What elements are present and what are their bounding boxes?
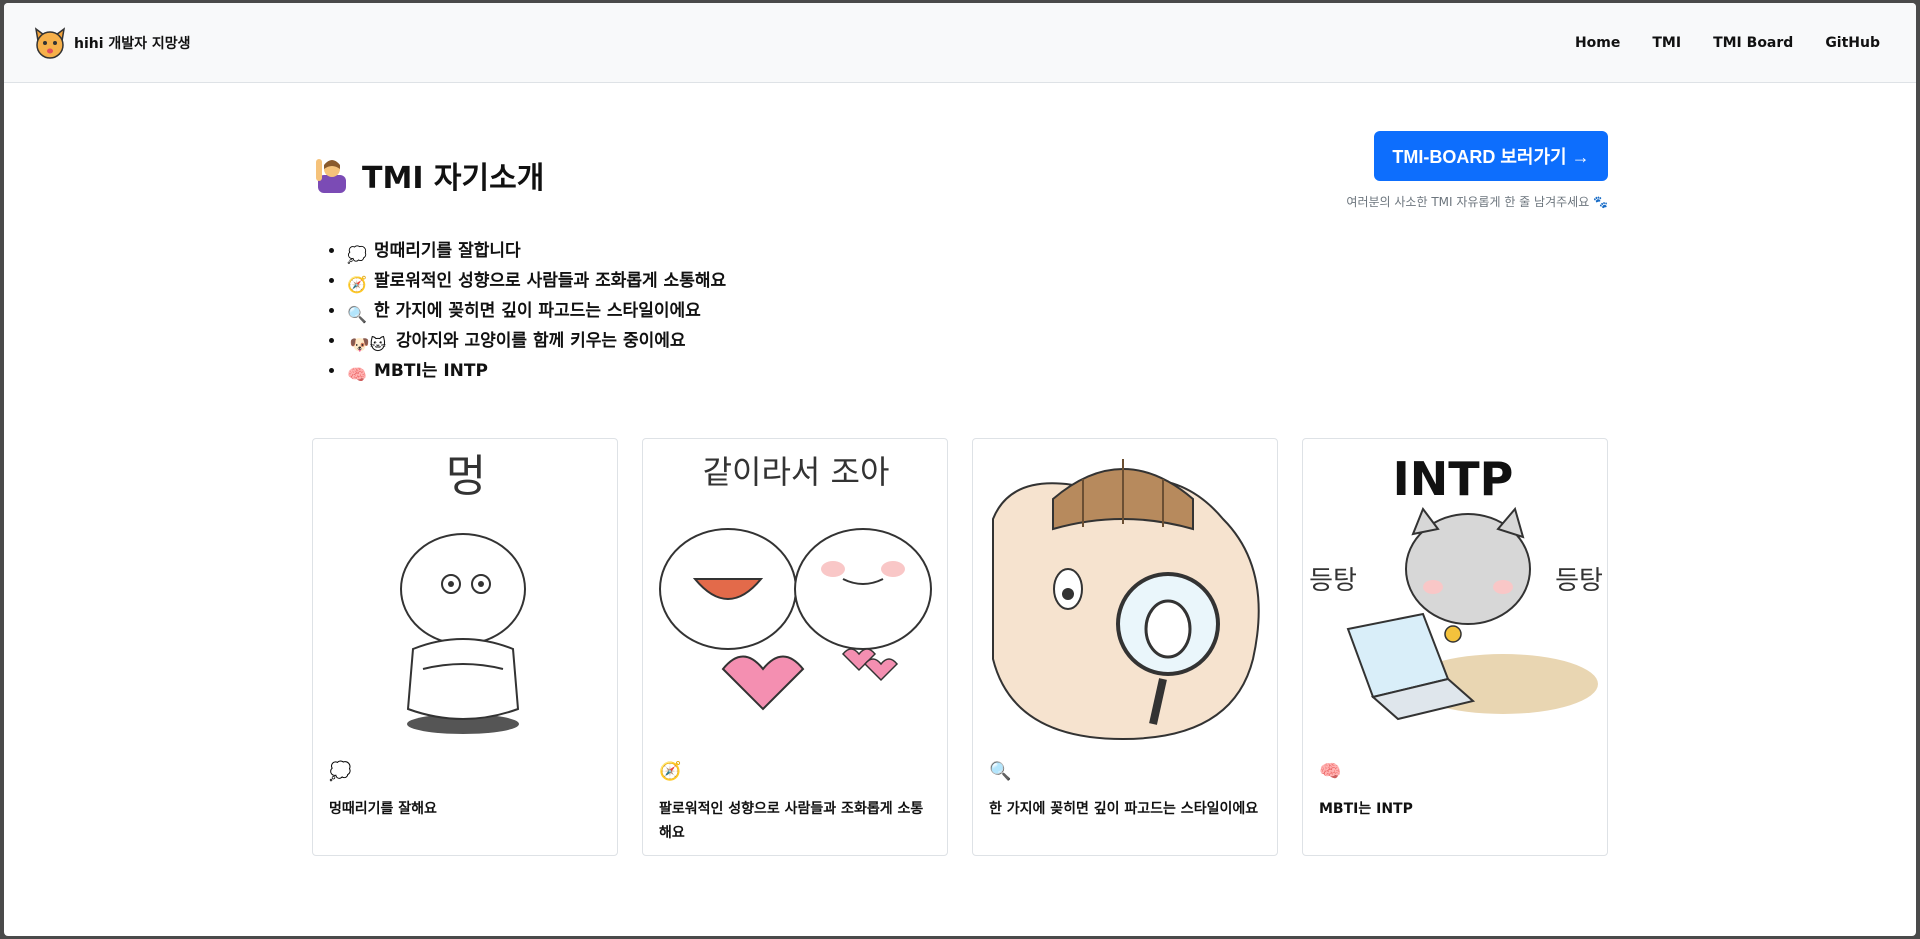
card-image-side-text: 등탕 (1555, 566, 1603, 596)
list-item: 🧭 팔로워적인 성향으로 사람들과 조화롭게 소통해요 (346, 266, 1608, 296)
card-image-text: 같이라서 조아 (703, 453, 890, 491)
dog-cat-icon: 🐶🐱 (349, 335, 387, 354)
card-body: 🧭 팔로워적인 성향으로 사람들과 조화롭게 소통해요 (643, 749, 947, 855)
card-image-harmony: 같이라서 조아 (643, 439, 947, 749)
card-grid: 멍 💭 멍때리기를 잘해요 같이라서 조아 🧭 팔로워적인 성향으로 사람들과 … (312, 438, 1608, 856)
list-item: 🔍 한 가지에 꽂히면 깊이 파고드는 스타일이에요 (346, 296, 1608, 326)
compass-icon: 🧭 (659, 761, 682, 782)
card-intp[interactable]: INTP 등탕 등탕 🧠 MBTI는 INTP (1302, 438, 1608, 856)
brand-label: hihi 개발자 지망생 (74, 35, 191, 52)
tmi-list: 💭 멍때리기를 잘합니다 🧭 팔로워적인 성향으로 사람들과 조화롭게 소통해요 🔍… (346, 236, 1608, 386)
brand[interactable]: hihi 개발자 지망생 (32, 25, 191, 61)
thought-bubble-icon: 💭 (329, 761, 352, 782)
card-image-side-text: 등탕 (1309, 566, 1357, 596)
card-text: 팔로워적인 성향으로 사람들과 조화롭게 소통해요 (659, 801, 924, 841)
cta-column: TMI-BOARD 보러가기 → 여러분의 사소한 TMI 자유롭게 한 줄 남… (1346, 131, 1608, 210)
nav-link-tmi-board[interactable]: TMI Board (1713, 35, 1793, 51)
card-image-text: 멍 (446, 451, 486, 502)
card-body: 🧠 MBTI는 INTP (1303, 749, 1607, 833)
compass-icon: 🧭 (347, 275, 367, 294)
brain-icon: 🧠 (1319, 761, 1342, 782)
list-item-text: 강아지와 고양이를 함께 키우는 중이에요 (396, 331, 686, 351)
list-item-text: 한 가지에 꽂히면 깊이 파고드는 스타일이에요 (374, 301, 701, 321)
header-row: TMI 자기소개 TMI-BOARD 보러가기 → 여러분의 사소한 TMI 자… (312, 131, 1608, 210)
card-text: 한 가지에 꽂히면 깊이 파고드는 스타일이에요 (989, 801, 1259, 817)
card-deep-dive[interactable]: 🔍 한 가지에 꽂히면 깊이 파고드는 스타일이에요 (972, 438, 1278, 856)
page-title-text: TMI 자기소개 (362, 161, 545, 196)
main-content: TMI 자기소개 TMI-BOARD 보러가기 → 여러분의 사소한 TMI 자… (312, 131, 1608, 856)
nav-link-tmi[interactable]: TMI (1652, 35, 1681, 51)
list-item: 🧠 MBTI는 INTP (346, 356, 1608, 386)
card-image-text: INTP (1393, 452, 1514, 506)
thought-bubble-icon: 💭 (347, 245, 367, 264)
magnifier-icon: 🔍 (347, 305, 367, 324)
cta-subtitle: 여러분의 사소한 TMI 자유롭게 한 줄 남겨주세요 🐾 (1346, 195, 1608, 209)
list-item-text: MBTI는 INTP (374, 361, 488, 381)
card-text: 멍때리기를 잘해요 (329, 801, 437, 817)
card-image-intp: INTP 등탕 등탕 (1303, 439, 1607, 749)
browser-viewport: hihi 개발자 지망생 Home TMI TMI Board GitHub T… (4, 3, 1916, 936)
card-image-deep-dive (973, 439, 1277, 749)
brain-icon: 🧠 (347, 365, 367, 384)
card-body: 💭 멍때리기를 잘해요 (313, 749, 617, 833)
list-item: 💭 멍때리기를 잘합니다 (346, 236, 1608, 266)
list-item-text: 멍때리기를 잘합니다 (374, 241, 521, 261)
nav-link-github[interactable]: GitHub (1825, 35, 1880, 51)
list-item: 🐶🐱 강아지와 고양이를 함께 키우는 중이에요 (346, 326, 1608, 356)
card-body: 🔍 한 가지에 꽂히면 깊이 파고드는 스타일이에요 (973, 749, 1277, 833)
card-spacing-out[interactable]: 멍 💭 멍때리기를 잘해요 (312, 438, 618, 856)
card-text: MBTI는 INTP (1319, 801, 1413, 817)
nav-link-home[interactable]: Home (1575, 35, 1620, 51)
magnifier-icon: 🔍 (989, 761, 1012, 782)
card-harmony[interactable]: 같이라서 조아 🧭 팔로워적인 성향으로 사람들과 조화롭게 소통해요 (642, 438, 948, 856)
person-raising-hand-icon (312, 155, 352, 195)
cat-logo-icon (32, 25, 68, 61)
tmi-board-button[interactable]: TMI-BOARD 보러가기 → (1374, 131, 1608, 181)
card-image-spacing-out: 멍 (313, 439, 617, 749)
list-item-text: 팔로워적인 성향으로 사람들과 조화롭게 소통해요 (374, 271, 727, 291)
nav-links: Home TMI TMI Board GitHub (1575, 35, 1880, 51)
navbar: hihi 개발자 지망생 Home TMI TMI Board GitHub (4, 3, 1916, 83)
page-title: TMI 자기소개 (312, 153, 544, 197)
